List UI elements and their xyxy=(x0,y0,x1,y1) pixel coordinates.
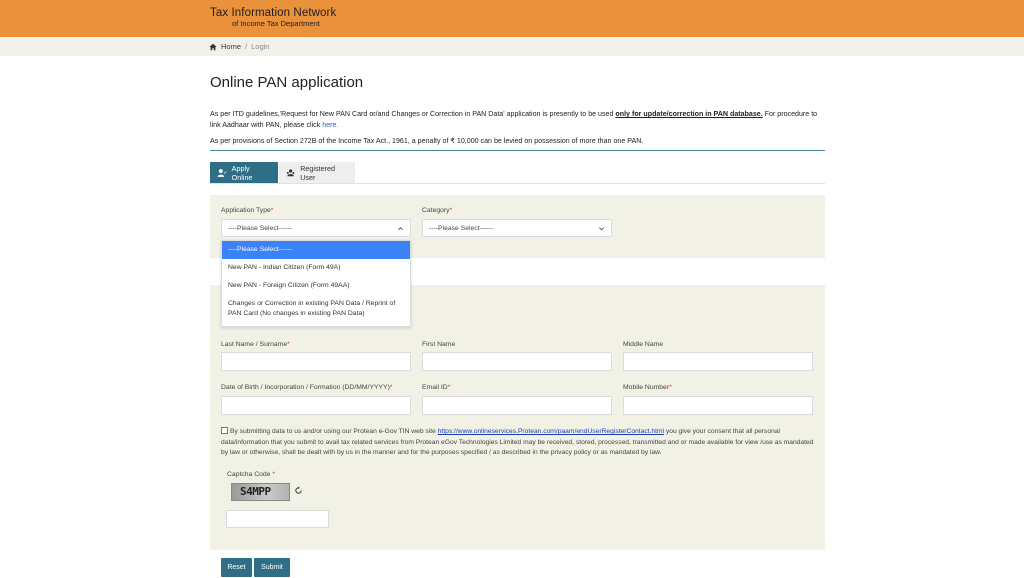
required-mark: * xyxy=(272,471,275,478)
captcha-image: S4MPP xyxy=(231,483,290,501)
refresh-icon[interactable] xyxy=(294,486,303,495)
category-select[interactable]: ----Please Select------ xyxy=(422,219,612,237)
consent-text-1: By submitting data to us and/or using ou… xyxy=(230,428,438,435)
tab-label: Registered User xyxy=(300,163,335,182)
brand-title: Tax Information Network xyxy=(210,7,337,19)
guidelines-notice: As per ITD guidelines,'Request for New P… xyxy=(210,109,822,131)
label-text: Category xyxy=(422,207,450,214)
last-name-label: Last Name / Surname* xyxy=(221,341,290,348)
category-label: Category* xyxy=(422,207,452,214)
application-type-label: Application Type* xyxy=(221,207,273,214)
breadcrumb-current: Login xyxy=(251,42,270,51)
captcha-label: Captcha Code * xyxy=(227,471,275,478)
middle-name-label: Middle Name xyxy=(623,341,664,348)
first-name-input[interactable] xyxy=(422,352,612,371)
brand-subtitle: of Income Tax Department xyxy=(232,19,320,28)
site-logo[interactable]: Tax Information Network of Income Tax De… xyxy=(210,7,336,28)
dob-label: Date of Birth / Incorporation / Formatio… xyxy=(221,384,393,391)
aadhaar-link[interactable]: here. xyxy=(322,121,338,129)
breadcrumb-home[interactable]: Home xyxy=(221,42,241,51)
dropdown-option-changes-correction[interactable]: Changes or Correction in existing PAN Da… xyxy=(222,295,410,319)
required-mark: * xyxy=(287,341,290,348)
label-text: Last Name / Surname xyxy=(221,341,288,348)
page-title: Online PAN application xyxy=(210,74,364,91)
tabs-underline xyxy=(210,183,825,184)
email-input[interactable] xyxy=(422,396,612,415)
chevron-up-icon xyxy=(398,226,403,230)
middle-name-input[interactable] xyxy=(623,352,813,371)
tab-bar: Apply Online Registered User xyxy=(210,162,355,183)
notice-text-1: As per ITD guidelines,'Request for New P… xyxy=(210,110,616,118)
label-text: Date of Birth / Incorporation / Formatio… xyxy=(221,384,390,391)
breadcrumb: Home / Login xyxy=(0,37,1024,56)
label-text: Mobile Number xyxy=(623,384,670,391)
first-name-label: First Name xyxy=(422,341,456,348)
penalty-notice: As per provisions of Section 272B of the… xyxy=(210,137,644,145)
email-label: Email ID* xyxy=(422,384,450,391)
dob-input[interactable] xyxy=(221,396,411,415)
label-text: Email ID xyxy=(422,384,448,391)
reset-button[interactable]: Reset xyxy=(221,558,252,577)
application-type-dropdown: ----Please Select------ New PAN - Indian… xyxy=(221,240,411,327)
mobile-input[interactable] xyxy=(623,396,813,415)
dropdown-option-please-select[interactable]: ----Please Select------ xyxy=(222,241,410,259)
mobile-label: Mobile Number* xyxy=(623,384,672,391)
application-type-select[interactable]: ----Please Select------ xyxy=(221,219,411,237)
consent-text: By submitting data to us and/or using ou… xyxy=(221,427,821,459)
tab-apply-online[interactable]: Apply Online xyxy=(210,162,278,183)
notice-bold-text: only for update/correction in PAN databa… xyxy=(615,110,763,118)
label-text: Captcha Code xyxy=(227,471,271,478)
dropdown-option-new-pan-foreign[interactable]: New PAN - Foreign Citizen (Form 49AA) xyxy=(222,277,410,295)
chevron-down-icon xyxy=(599,226,604,230)
label-text: Application Type xyxy=(221,207,271,214)
last-name-input[interactable] xyxy=(221,352,411,371)
breadcrumb-separator: / xyxy=(245,42,248,51)
required-mark: * xyxy=(270,207,274,214)
required-mark: * xyxy=(669,384,672,391)
user-edit-icon xyxy=(217,168,227,177)
required-mark: * xyxy=(389,384,393,391)
required-mark: * xyxy=(447,384,451,391)
site-header: Tax Information Network of Income Tax De… xyxy=(0,0,1024,37)
captcha-input[interactable] xyxy=(226,510,329,528)
tab-registered-user[interactable]: Registered User xyxy=(279,162,355,183)
users-icon xyxy=(286,168,295,176)
submit-button[interactable]: Submit xyxy=(254,558,290,577)
selected-value: ----Please Select------ xyxy=(429,224,494,232)
tab-label: Apply Online xyxy=(231,163,253,182)
consent-checkbox[interactable] xyxy=(221,427,228,434)
dropdown-option-new-pan-indian[interactable]: New PAN - Indian Citizen (Form 49A) xyxy=(222,259,410,277)
required-mark: * xyxy=(449,207,453,214)
divider xyxy=(210,150,825,151)
home-icon xyxy=(209,43,217,50)
consent-link[interactable]: https://www.onlineservices.Protean.com/p… xyxy=(438,428,664,435)
selected-value: ----Please Select------ xyxy=(228,224,293,232)
